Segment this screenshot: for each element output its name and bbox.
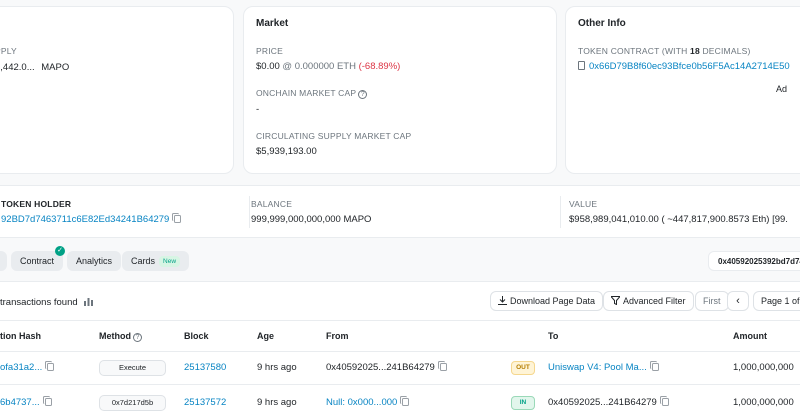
tx-hash-link[interactable]: 6b4737... xyxy=(0,396,52,408)
copy-icon[interactable] xyxy=(45,361,55,371)
onchain-cap-label: ONCHAIN MARKET CAP? xyxy=(256,88,368,99)
from-address-text: Null: 0x000...000 xyxy=(326,397,398,408)
tx-hash-link[interactable]: ofa31a2... xyxy=(0,361,55,373)
holder-address-link[interactable]: 92BD7d7463711c6E82Ed34241B64279 xyxy=(1,213,182,225)
filter-label: Advanced Filter xyxy=(623,296,686,306)
direction-badge: OUT xyxy=(511,361,535,375)
balance-value: 999,999,000,000,000 MAPO xyxy=(251,214,372,225)
direction-badge: IN xyxy=(511,396,535,410)
block-link[interactable]: 25137580 xyxy=(184,362,226,373)
row-divider xyxy=(0,384,800,385)
header-hash: tion Hash xyxy=(0,331,42,341)
age-value: 9 hrs ago xyxy=(257,362,297,373)
to-address-text: Uniswap V4: Pool Ma... xyxy=(548,362,647,373)
contract-address: 0x66D79B8f60ec93Bfce0b56F5Ac14A2714E50 xyxy=(589,61,790,72)
block-link[interactable]: 25137572 xyxy=(184,397,226,408)
copy-icon[interactable] xyxy=(649,361,659,371)
from-address-text: 0x40592025...241B64279 xyxy=(326,362,435,373)
holder-label: TOKEN HOLDER xyxy=(1,199,72,209)
prev-page-button[interactable]: ‹ xyxy=(727,291,749,311)
from-address[interactable]: 0x40592025...241B64279 xyxy=(326,361,447,373)
holder-divider-1 xyxy=(249,196,250,228)
header-to: To xyxy=(548,331,559,341)
holder-divider-2 xyxy=(560,196,561,228)
contract-decimals: 18 xyxy=(690,46,700,56)
circ-cap-value: $5,939,193.00 xyxy=(256,146,317,157)
contract-label-pre: TOKEN CONTRACT (WITH xyxy=(578,46,691,56)
amount-value: 1,000,000,000 xyxy=(733,397,794,408)
tx-hash: ofa31a2... xyxy=(0,362,43,373)
page-indicator: Page 1 of xyxy=(753,291,800,311)
header-method: Method? xyxy=(99,331,142,342)
address-chip[interactable]: 0x40592025392bd7d74 xyxy=(708,251,800,271)
from-address[interactable]: Null: 0x000...000 xyxy=(326,396,410,408)
supply-amount: 4,442.0... xyxy=(0,62,35,73)
other-info-card: Other Info TOKEN CONTRACT (WITH 18 DECIM… xyxy=(565,6,800,174)
new-badge: New xyxy=(159,256,181,267)
download-label: Download Page Data xyxy=(510,296,596,306)
download-button[interactable]: Download Page Data xyxy=(490,291,604,311)
tab-transfers[interactable] xyxy=(0,251,7,271)
copy-icon[interactable] xyxy=(42,396,52,406)
price-usd: $0.00 xyxy=(256,61,280,72)
advanced-filter-button[interactable]: Advanced Filter xyxy=(603,291,694,311)
found-text-label: transactions found xyxy=(0,297,78,308)
to-address-link[interactable]: Uniswap V4: Pool Ma... xyxy=(548,361,659,373)
header-method-label: Method xyxy=(99,331,131,341)
circ-cap-label: CIRCULATING SUPPLY MARKET CAP xyxy=(256,131,412,141)
ad-label: Ad xyxy=(776,84,788,94)
header-from: From xyxy=(326,331,349,341)
supply-symbol: MAPO xyxy=(41,62,70,73)
value-label: VALUE xyxy=(569,199,598,209)
toolbar-divider xyxy=(0,320,800,321)
overview-card: PPLY 4,442.0... MAPO xyxy=(0,6,234,174)
supply-value: 4,442.0... MAPO xyxy=(0,62,69,73)
other-info-title: Other Info xyxy=(578,18,626,29)
supply-label: PPLY xyxy=(0,46,17,56)
holder-card: TOKEN HOLDER 92BD7d7463711c6E82Ed34241B6… xyxy=(0,185,800,238)
method-badge: Execute xyxy=(99,360,166,376)
header-age[interactable]: Age xyxy=(257,331,274,341)
price-value: $0.00 @ 0.000000 ETH (-68.89%) xyxy=(256,61,400,72)
onchain-cap-value: - xyxy=(256,104,260,115)
tab-cards[interactable]: Cards New xyxy=(122,251,190,271)
header-amount[interactable]: Amount xyxy=(733,331,767,341)
method-info-icon[interactable]: ? xyxy=(133,333,142,342)
method-badge: 0x7d217d5b xyxy=(99,395,166,411)
contract-label-post: DECIMALS) xyxy=(699,46,751,56)
contract-file-icon xyxy=(578,61,585,70)
tx-hash: 6b4737... xyxy=(0,397,40,408)
question-icon[interactable]: ? xyxy=(358,90,368,99)
price-label: PRICE xyxy=(256,46,283,56)
onchain-cap-label-text: ONCHAIN MARKET CAP xyxy=(256,88,357,98)
copy-icon[interactable] xyxy=(400,396,410,406)
contract-label: TOKEN CONTRACT (WITH 18 DECIMALS) xyxy=(578,46,751,56)
chart-bar-icon[interactable] xyxy=(84,297,94,306)
price-change: (-68.89%) xyxy=(358,61,401,72)
header-block: Block xyxy=(184,331,209,341)
price-eth: @ 0.000000 ETH xyxy=(282,61,356,72)
to-address[interactable]: 0x40592025...241B64279 xyxy=(548,396,669,408)
filter-icon xyxy=(609,296,622,306)
age-value: 9 hrs ago xyxy=(257,397,297,408)
market-title: Market xyxy=(256,18,289,29)
value-value: $958,989,041,010.00 ( ~447,817,900.8573 … xyxy=(569,214,788,225)
to-address-text: 0x40592025...241B64279 xyxy=(548,397,657,408)
copy-icon[interactable] xyxy=(437,361,447,371)
tab-analytics[interactable]: Analytics xyxy=(67,251,122,271)
holder-address: 92BD7d7463711c6E82Ed34241B64279 xyxy=(1,214,170,225)
first-page-button[interactable]: First xyxy=(695,291,729,311)
copy-icon[interactable] xyxy=(659,396,669,406)
copy-icon[interactable] xyxy=(172,213,182,223)
found-text: transactions found xyxy=(0,297,94,308)
download-icon xyxy=(498,296,507,305)
tab-cards-label: Cards xyxy=(131,256,156,266)
header-divider xyxy=(0,351,800,352)
balance-label: BALANCE xyxy=(251,199,293,209)
amount-value: 1,000,000,000 xyxy=(733,362,794,373)
market-card: Market PRICE $0.00 @ 0.000000 ETH (-68.8… xyxy=(243,6,557,174)
verified-check-icon: ✓ xyxy=(55,246,65,256)
contract-address-link[interactable]: 0x66D79B8f60ec93Bfce0b56F5Ac14A2714E50 xyxy=(578,61,790,72)
